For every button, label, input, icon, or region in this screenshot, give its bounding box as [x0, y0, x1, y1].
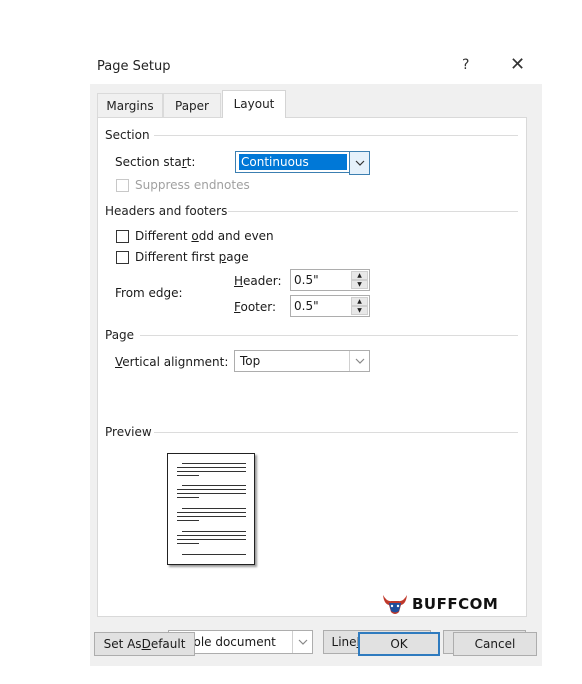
- header-distance-spinner[interactable]: 0.5" ▲ ▼: [290, 269, 370, 291]
- suppress-endnotes-checkbox[interactable]: [116, 179, 129, 192]
- section-start-value: Continuous: [239, 154, 347, 170]
- header-label: Header:: [234, 274, 282, 288]
- suppress-endnotes-label: Suppress endnotes: [135, 178, 250, 192]
- chevron-down-icon[interactable]: [349, 351, 369, 371]
- bull-logo-icon: [383, 595, 407, 614]
- footer-distance-value: 0.5": [294, 299, 319, 313]
- chevron-down-icon[interactable]: [292, 631, 312, 653]
- preview-divider: [154, 432, 518, 433]
- layout-panel: Section Section start: Continuous Suppre…: [97, 117, 527, 654]
- spin-down-icon[interactable]: ▼: [351, 280, 368, 289]
- page-preview: [167, 453, 255, 565]
- spin-up-icon[interactable]: ▲: [351, 297, 368, 306]
- footer-label: Footer:: [234, 300, 277, 314]
- page-setup-dialog: Page Setup ? ✕ Margins Paper Layout Sect…: [90, 50, 542, 666]
- tab-layout[interactable]: Layout: [222, 90, 286, 118]
- vertical-alignment-label: Vertical alignment:: [115, 355, 229, 369]
- spin-down-icon[interactable]: ▼: [351, 306, 368, 315]
- spin-up-icon[interactable]: ▲: [351, 271, 368, 280]
- headers-footers-heading: Headers and footers: [105, 204, 228, 218]
- page-heading: Page: [105, 328, 135, 342]
- help-icon[interactable]: ?: [462, 57, 469, 73]
- vertical-alignment-select[interactable]: Top: [234, 350, 370, 372]
- watermark-text: BUFFCOM: [412, 595, 499, 613]
- dialog-body: Margins Paper Layout Section Section sta…: [90, 84, 542, 666]
- watermark-logo: BUFFCOM: [381, 592, 498, 616]
- footer-distance-spinner[interactable]: 0.5" ▲ ▼: [290, 295, 370, 317]
- ok-button[interactable]: OK: [358, 632, 440, 656]
- section-start-label: Section start:: [115, 155, 196, 169]
- preview-heading: Preview: [105, 425, 152, 439]
- page-divider: [140, 335, 518, 336]
- from-edge-label: From edge:: [115, 286, 183, 300]
- dialog-title: Page Setup: [97, 59, 171, 74]
- section-heading: Section: [105, 128, 150, 142]
- close-icon[interactable]: ✕: [510, 54, 525, 75]
- cancel-button[interactable]: Cancel: [453, 632, 537, 656]
- set-as-default-button[interactable]: Set As Default: [94, 632, 195, 656]
- header-distance-value: 0.5": [294, 273, 319, 287]
- different-first-page-checkbox[interactable]: [116, 251, 129, 264]
- tab-margins[interactable]: Margins: [97, 93, 163, 117]
- vertical-alignment-value: Top: [240, 354, 261, 368]
- different-odd-even-label: Different odd and even: [135, 229, 274, 243]
- headers-footers-divider: [228, 211, 518, 212]
- section-start-select[interactable]: Continuous: [235, 151, 370, 175]
- different-first-page-label: Different first page: [135, 250, 249, 264]
- section-divider: [154, 135, 518, 136]
- tab-paper[interactable]: Paper: [163, 93, 221, 117]
- chevron-down-icon[interactable]: [349, 151, 370, 175]
- different-odd-even-checkbox[interactable]: [116, 230, 129, 243]
